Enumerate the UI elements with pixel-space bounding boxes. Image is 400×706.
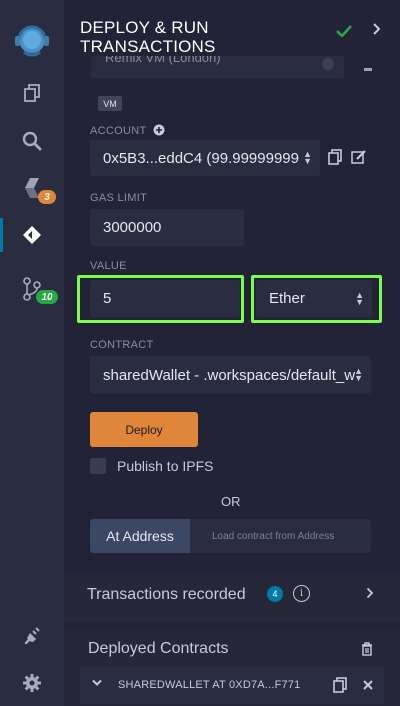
- file-explorer-icon[interactable]: [0, 80, 64, 106]
- trash-icon[interactable]: [358, 640, 376, 658]
- select-arrows-icon: ▲ ▼: [354, 366, 363, 383]
- panel-title-line2: TRANSACTIONS: [80, 37, 216, 56]
- deployed-contracts-title: Deployed Contracts: [88, 640, 229, 657]
- at-address-input[interactable]: Load contract from Address: [190, 519, 371, 553]
- account-label: ACCOUNT: [90, 124, 165, 139]
- deployed-contract-item[interactable]: SHAREDWALLET AT 0XD7A...F771: [80, 667, 384, 704]
- edit-icon[interactable]: [350, 148, 368, 166]
- account-select[interactable]: 0x5B3...eddC4 (99.99999999 ▲ ▼: [90, 140, 320, 176]
- panel-title: DEPLOY & RUN TRANSACTIONS: [80, 18, 216, 56]
- git-icon[interactable]: 10: [0, 272, 64, 306]
- value-unit: Ether: [269, 290, 305, 307]
- value-amount-input[interactable]: 5: [90, 280, 240, 317]
- or-separator: OR: [221, 494, 241, 509]
- search-icon[interactable]: [0, 128, 64, 154]
- compiler-warning-badge: 3: [38, 190, 56, 204]
- select-arrows-icon: ▲ ▼: [355, 289, 364, 307]
- icon-panel: 3 10: [0, 0, 64, 706]
- chevron-down-icon[interactable]: [92, 679, 102, 690]
- git-changes-badge: 10: [36, 290, 58, 304]
- deployed-contract-name: SHAREDWALLET AT 0XD7A...F771: [118, 679, 301, 691]
- value-label: VALUE: [90, 260, 127, 272]
- copy-icon[interactable]: [332, 676, 348, 694]
- publish-ipfs-checkbox[interactable]: [90, 458, 106, 474]
- vm-tag: VM: [98, 96, 122, 111]
- solidity-compiler-icon[interactable]: 3: [0, 172, 64, 204]
- gas-limit-value: 3000000: [103, 219, 162, 236]
- value-unit-select[interactable]: Ether ▲ ▼: [256, 280, 372, 317]
- deploy-run-icon[interactable]: [0, 222, 64, 248]
- panel-title-line1: DEPLOY & RUN: [80, 18, 209, 37]
- close-icon[interactable]: [363, 677, 373, 693]
- account-value: 0x5B3...eddC4 (99.99999999: [103, 149, 299, 167]
- environment-more-icon[interactable]: [364, 68, 372, 71]
- chevron-right-icon[interactable]: [372, 22, 382, 41]
- select-arrows-icon: ▲ ▼: [303, 149, 312, 166]
- transactions-count-badge: 4: [267, 586, 283, 602]
- deploy-button[interactable]: Deploy: [90, 412, 198, 447]
- value-amount: 5: [103, 290, 112, 307]
- check-icon: [336, 24, 352, 42]
- publish-ipfs-label: Publish to IPFS: [117, 458, 214, 474]
- info-icon[interactable]: i: [293, 585, 310, 602]
- contract-select[interactable]: sharedWallet - .workspaces/default_w ▲ ▼: [90, 356, 371, 394]
- environment-select[interactable]: Remix VM (London): [91, 56, 344, 78]
- remix-logo-icon[interactable]: [0, 18, 64, 62]
- gas-limit-label: GAS LIMIT: [90, 192, 148, 204]
- copy-icon[interactable]: [326, 148, 344, 166]
- contract-value: sharedWallet - .workspaces/default_w: [103, 366, 356, 384]
- transactions-recorded-title: Transactions recorded: [87, 586, 246, 603]
- settings-icon[interactable]: [0, 670, 64, 696]
- gas-limit-input[interactable]: 3000000: [90, 209, 244, 246]
- contract-label: CONTRACT: [90, 339, 154, 351]
- plugin-manager-icon[interactable]: [0, 624, 64, 650]
- plus-circle-icon[interactable]: [153, 124, 165, 139]
- at-address-button[interactable]: At Address: [90, 519, 190, 553]
- environment-value: Remix VM (London): [105, 56, 221, 65]
- environment-info-icon[interactable]: [322, 58, 334, 70]
- chevron-right-icon[interactable]: [366, 586, 374, 602]
